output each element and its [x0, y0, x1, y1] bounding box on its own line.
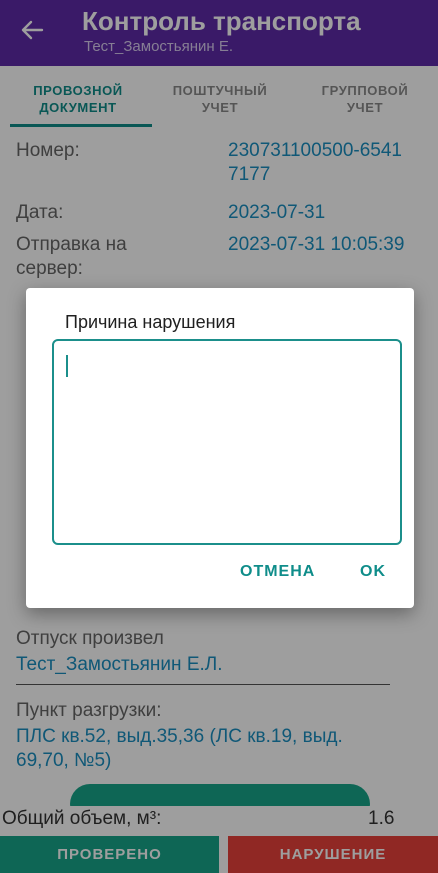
text-caret [66, 355, 68, 377]
cancel-button[interactable]: ОТМЕНА [240, 563, 315, 581]
violation-reason-input[interactable] [52, 339, 402, 545]
ok-button[interactable]: OK [360, 563, 386, 581]
dialog-title: Причина нарушения [65, 312, 236, 332]
